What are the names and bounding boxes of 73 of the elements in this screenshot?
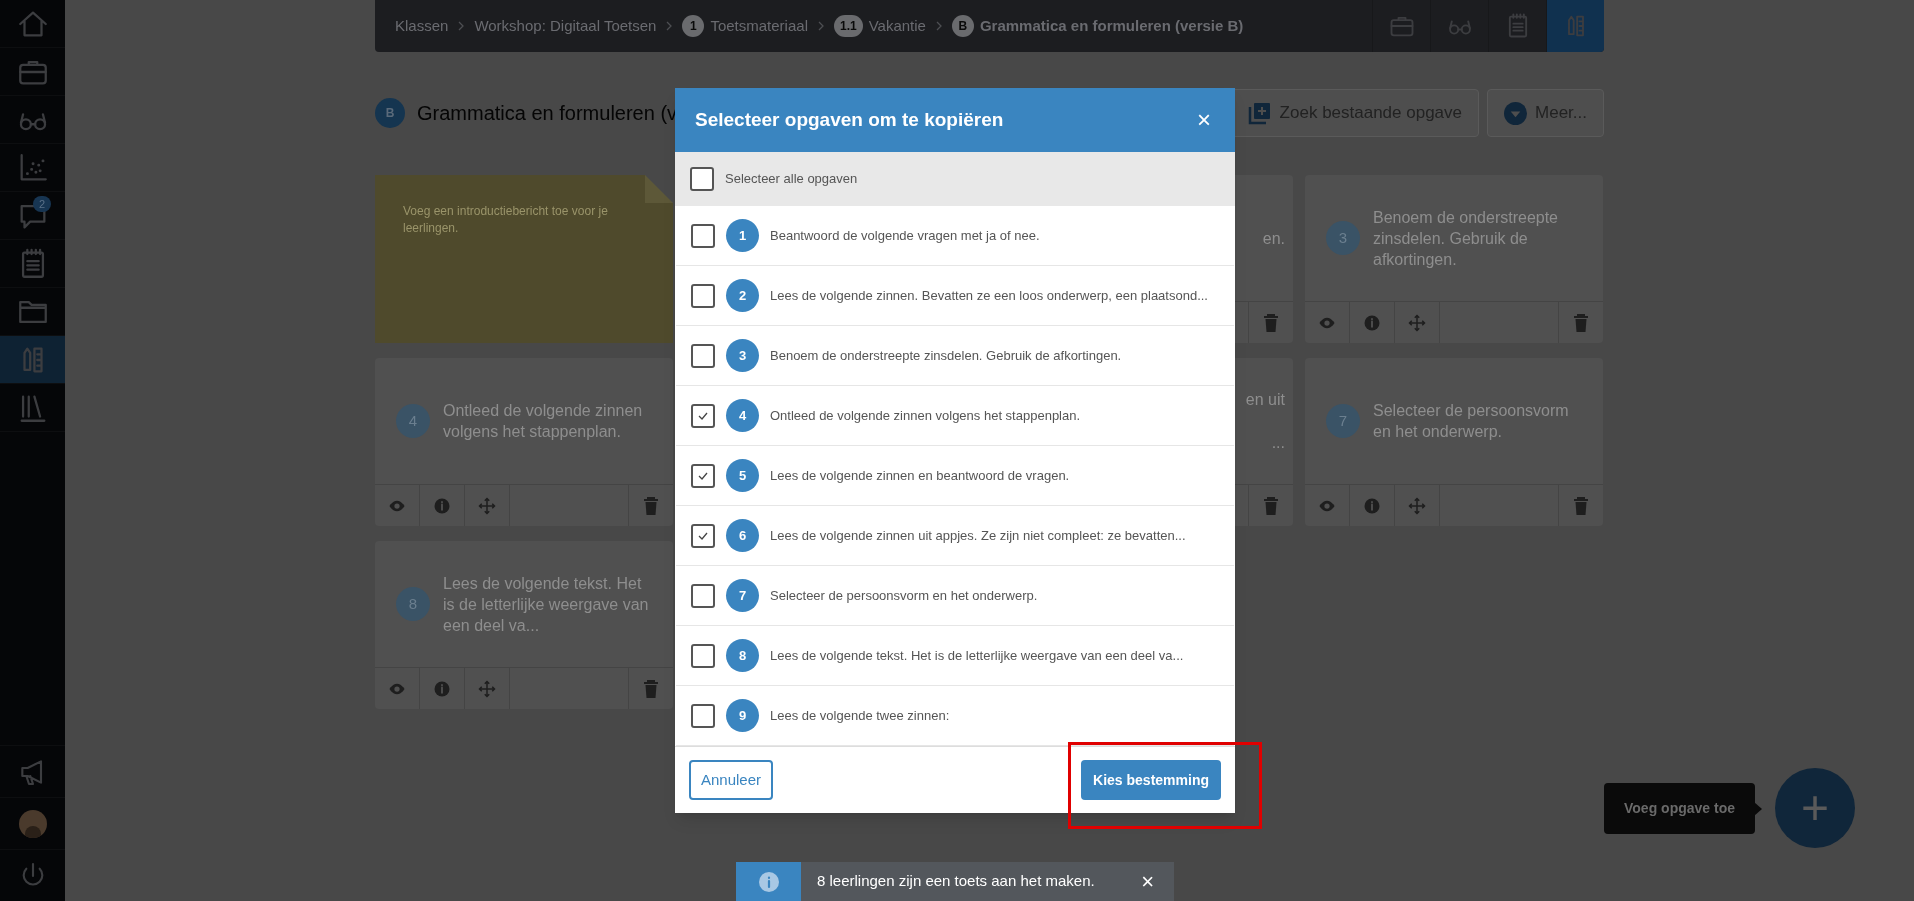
avatar-icon <box>18 809 47 838</box>
task-text: Lees de volgende zinnen en beantwoord de vragen. <box>770 466 1070 485</box>
checkbox-label: Selecteer alle opgaven <box>725 170 858 189</box>
checkbox[interactable] <box>691 463 715 488</box>
trash-icon <box>1573 496 1589 515</box>
checkbox[interactable] <box>691 583 715 608</box>
breadcrumb-link[interactable]: 1 Toetsmateriaal <box>682 14 808 38</box>
task-number: 5 <box>726 459 759 492</box>
checkbox[interactable] <box>691 343 715 368</box>
close-button[interactable]: × <box>1141 870 1154 893</box>
task-number: 8 <box>726 639 759 672</box>
task-number: 6 <box>726 519 759 552</box>
add-button[interactable]: + <box>1775 768 1855 848</box>
task-number: 1 <box>726 219 759 252</box>
close-button[interactable]: × <box>1193 108 1215 132</box>
info-icon <box>1363 496 1381 515</box>
checkbox[interactable] <box>691 703 715 728</box>
sidebar-item[interactable] <box>0 336 65 384</box>
task-text: Lees de volgende zinnen. Bevatten ze een loos onderwerp, een plaatsond... <box>770 286 1208 305</box>
trash-icon <box>1263 496 1279 515</box>
task-text: Lees de volgende tekst. Het is de letterlijke weergave van een deel va... <box>770 646 1184 665</box>
task-text: Lees de volgende zinnen uit appjes. Ze zijn niet compleet: ze bevatten... <box>770 526 1186 545</box>
sidebar-item[interactable]: 2 <box>0 192 65 240</box>
trash-icon <box>643 679 659 698</box>
move-icon <box>1408 313 1426 332</box>
checkbox[interactable] <box>690 167 714 191</box>
checkbox[interactable] <box>691 403 715 428</box>
breadcrumb-link[interactable]: Klassen <box>395 14 449 38</box>
toolbar-button[interactable] <box>1546 0 1604 52</box>
task-number: 4 <box>726 399 759 432</box>
task-text: ... <box>1271 433 1285 453</box>
checkbox[interactable] <box>691 223 715 248</box>
task-text: en uit <box>1245 390 1285 410</box>
task-text: Ontleed de volgende zinnen volgens het stappenplan. <box>770 406 1081 425</box>
cancel-button[interactable]: Annuleer <box>689 760 774 800</box>
notification-text: 8 leerlingen zijn een toets aan het maken. <box>817 871 1095 892</box>
task-text: en. <box>1262 228 1285 249</box>
info-icon <box>1363 313 1381 332</box>
task-text: Benoem de onderstreepte zinsdelen. Gebruik de afkortingen. <box>1373 207 1559 270</box>
breadcrumb-link[interactable]: 1.1 Vakantie <box>833 14 926 38</box>
task-text: Ontleed de volgende zinnen volgens het stappenplan. <box>443 401 644 442</box>
dropdown-icon <box>1504 101 1528 125</box>
breadcrumb-link[interactable]: Workshop: Digitaal Toetsen <box>474 14 657 38</box>
task-text: Beantwoord de volgende vragen met ja of nee. <box>770 226 1040 245</box>
task-text: Selecteer de persoonsvorm en het onderwerp. <box>1373 401 1570 442</box>
task-number: 3 <box>726 339 759 372</box>
move-icon <box>478 679 496 698</box>
trash-icon <box>643 496 659 515</box>
task-number: 2 <box>726 279 759 312</box>
task-text: Selecteer de persoonsvorm en het onderwerp. <box>770 586 1038 605</box>
checkbox[interactable] <box>691 643 715 668</box>
move-icon <box>478 496 496 515</box>
breadcrumb-link[interactable]: B Grammatica en formuleren (versie B) <box>951 14 1244 38</box>
task-number: 9 <box>726 699 759 732</box>
trash-icon <box>1263 313 1279 332</box>
checkbox[interactable] <box>691 283 715 308</box>
info-icon <box>433 496 451 515</box>
add-library-icon <box>1247 101 1272 125</box>
dialog-title: Selecteer opgaven om te kopiëren <box>695 107 1004 132</box>
tooltip-text: Voeg opgave toe <box>1624 799 1735 818</box>
note-text: Voeg een introductiebericht toe voor je leerlingen. <box>403 203 609 237</box>
task-text: Benoem de onderstreepte zinsdelen. Gebruik de afkortingen. <box>770 346 1122 365</box>
version-badge: B <box>375 98 405 128</box>
confirm-button[interactable]: Kies bestemming <box>1081 760 1221 800</box>
notification-badge: 2 <box>32 196 51 212</box>
checkbox[interactable] <box>691 523 715 548</box>
trash-icon <box>1573 313 1589 332</box>
task-text: Lees de volgende twee zinnen: <box>770 706 950 725</box>
task-text: Lees de volgende tekst. Het is de letterlijke weergave van een deel va... <box>443 573 650 636</box>
info-icon <box>433 679 451 698</box>
move-icon <box>1408 496 1426 515</box>
task-number: 7 <box>726 579 759 612</box>
info-icon <box>758 871 779 892</box>
